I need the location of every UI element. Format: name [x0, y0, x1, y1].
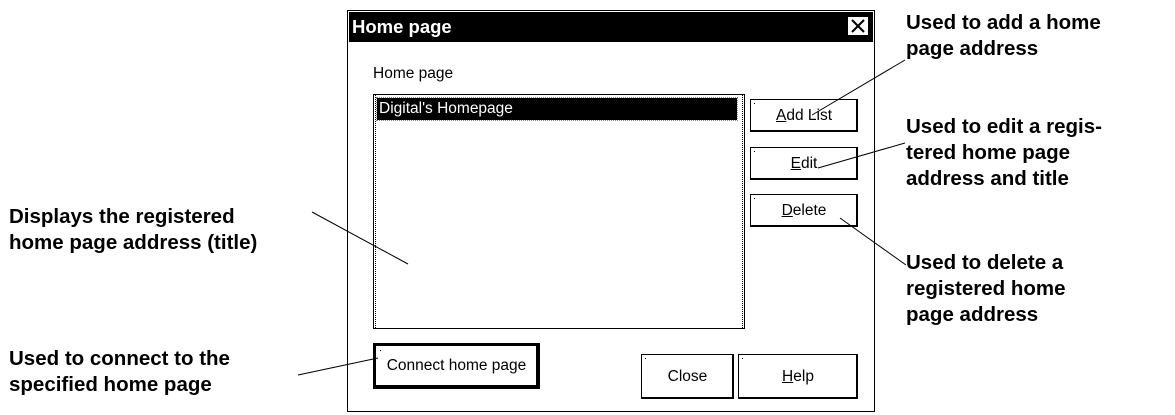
home-page-dialog: Home page Home page Digital's Homepage A… [347, 10, 875, 412]
edit-button[interactable]: Edit [750, 147, 858, 180]
close-button[interactable]: Close [641, 354, 734, 399]
callout-listbox: Displays the registered home page addres… [9, 205, 258, 254]
callout-edit: Used to edit a regis- tered home page ad… [906, 115, 1102, 190]
home-page-listbox[interactable]: Digital's Homepage [373, 94, 745, 329]
delete-button[interactable]: Delete [750, 194, 858, 227]
connect-home-page-button[interactable]: Connect home page [373, 343, 540, 389]
home-page-label: Home page [373, 65, 454, 82]
add-list-button[interactable]: Add List [750, 99, 858, 132]
callout-add-list: Used to add a home page address [906, 11, 1101, 60]
callout-delete: Used to delete a registered home page ad… [906, 251, 1066, 326]
callout-connect: Used to connect to the specified home pa… [9, 347, 230, 396]
help-button[interactable]: Help [738, 354, 858, 399]
close-icon[interactable] [847, 16, 869, 36]
dialog-title: Home page [352, 16, 452, 37]
list-item[interactable]: Digital's Homepage [376, 97, 738, 121]
dialog-titlebar[interactable]: Home page [349, 12, 873, 42]
